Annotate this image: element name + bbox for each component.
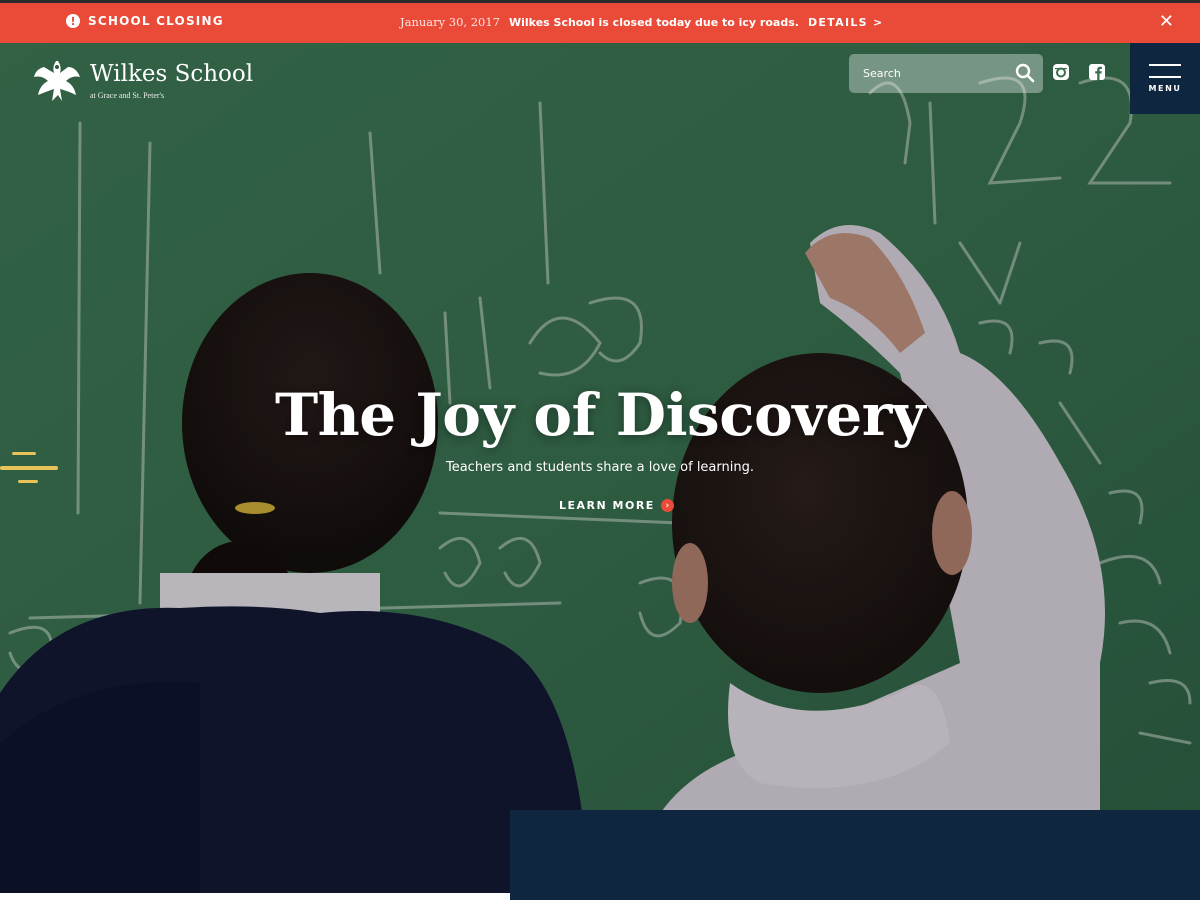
alert-icon: ! — [66, 14, 80, 28]
alert-bar: ! SCHOOL CLOSING January 30, 2017 Wilkes… — [0, 0, 1200, 43]
instagram-icon[interactable] — [1052, 63, 1070, 81]
bottom-strip — [0, 893, 510, 900]
search-icon[interactable] — [1015, 63, 1035, 83]
alert-label: SCHOOL CLOSING — [88, 14, 224, 28]
learn-more-label: LEARN MORE — [559, 499, 655, 512]
learn-more-link[interactable]: LEARN MORE › — [559, 499, 674, 512]
hamburger-icon — [1149, 64, 1181, 78]
alert-details-link[interactable]: DETAILS > — [808, 16, 884, 29]
logo-name: Wilkes School — [90, 61, 254, 87]
alert-left: ! SCHOOL CLOSING — [66, 14, 224, 28]
alert-message-group: January 30, 2017 Wilkes School is closed… — [400, 15, 884, 29]
facebook-icon[interactable] — [1088, 63, 1106, 81]
close-icon[interactable]: ✕ — [1159, 11, 1174, 32]
search-box — [849, 54, 1043, 93]
hero-section: Wilkes School at Grace and St. Peter's M… — [0, 43, 1200, 900]
menu-label: MENU — [1148, 84, 1182, 93]
eagle-crest-icon — [34, 61, 80, 101]
alert-message: Wilkes School is closed today due to icy… — [509, 15, 799, 29]
arrow-right-icon: › — [660, 499, 674, 512]
alert-date: January 30, 2017 — [400, 15, 500, 29]
hero-subtitle: Teachers and students share a love of le… — [445, 460, 754, 475]
school-logo[interactable]: Wilkes School at Grace and St. Peter's — [30, 55, 253, 107]
menu-button[interactable]: MENU — [1130, 43, 1200, 114]
search-input[interactable] — [863, 67, 1003, 80]
logo-subtitle: at Grace and St. Peter's — [90, 91, 165, 100]
hero-title: The Joy of Discovery — [274, 381, 926, 449]
bottom-panel — [510, 810, 1200, 900]
